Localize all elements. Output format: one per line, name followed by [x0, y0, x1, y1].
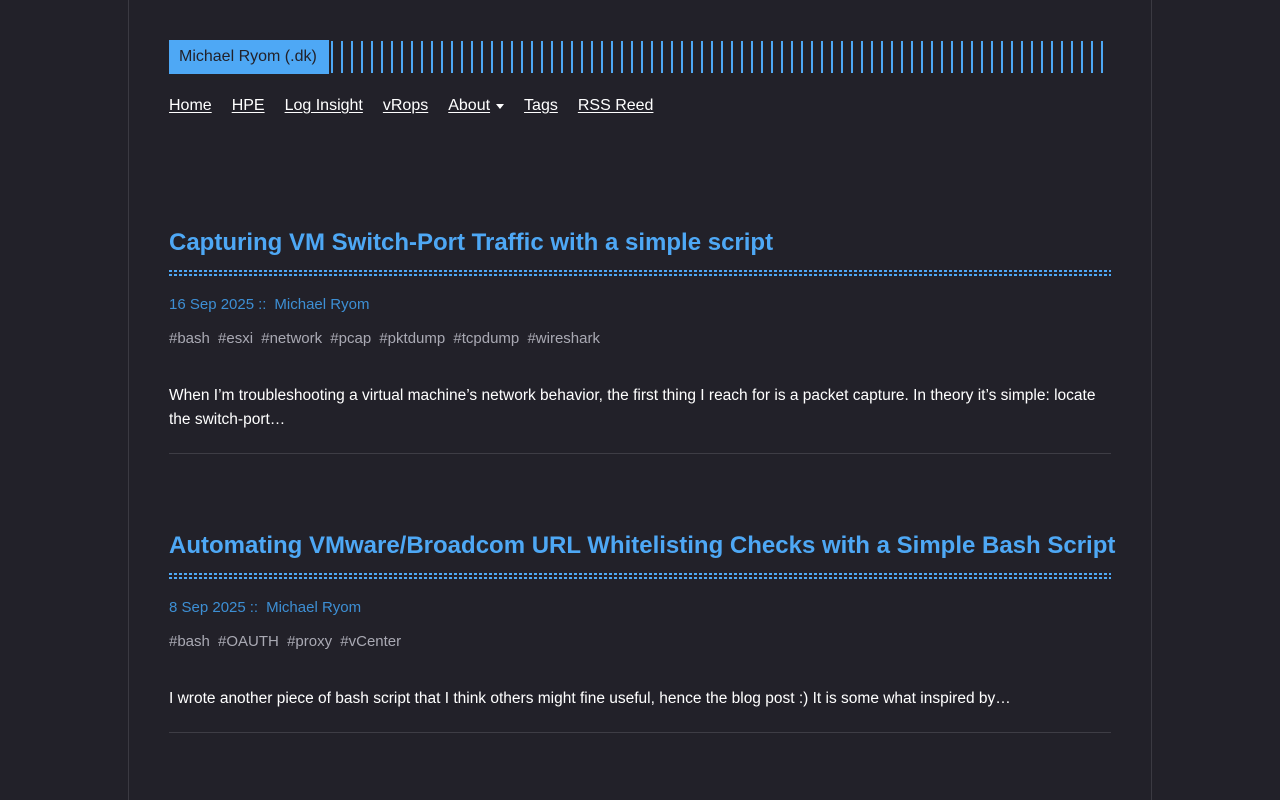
site-header: Michael Ryom (.dk): [169, 40, 1111, 74]
post-divider: [169, 453, 1111, 454]
tag-link[interactable]: #pktdump: [379, 330, 445, 347]
post-title-link[interactable]: Capturing VM Switch-Port Traffic with a …: [169, 227, 1111, 259]
tag-link[interactable]: #wireshark: [527, 330, 600, 347]
nav-vrops[interactable]: vRops: [383, 96, 428, 116]
nav-about-dropdown[interactable]: About: [448, 96, 505, 116]
post-excerpt: When I’m troubleshooting a virtual machi…: [169, 387, 1096, 428]
post-title-link[interactable]: Automating VMware/Broadcom URL Whitelist…: [169, 530, 1115, 562]
nav-tags[interactable]: Tags: [524, 96, 558, 116]
caret-down-icon[interactable]: [496, 104, 505, 109]
post-tags: #bash #OAUTH #proxy #vCenter: [169, 633, 1111, 651]
tag-link[interactable]: #bash: [169, 633, 210, 650]
post-meta: 16 Sep 2025:: Michael Ryom: [169, 296, 1111, 314]
post-divider: [169, 732, 1111, 733]
post-meta: 8 Sep 2025:: Michael Ryom: [169, 599, 1111, 617]
tag-link[interactable]: #bash: [169, 330, 210, 347]
site-logo-link[interactable]: Michael Ryom (.dk): [169, 40, 329, 74]
post-meta-separator: ::: [249, 599, 259, 616]
post-date: 16 Sep 2025: [169, 296, 255, 313]
tag-link[interactable]: #pcap: [330, 330, 371, 347]
tag-link[interactable]: #proxy: [287, 633, 332, 650]
tag-link[interactable]: #tcpdump: [453, 330, 519, 347]
post-card: Automating VMware/Broadcom URL Whitelist…: [169, 530, 1115, 733]
post-tags: #bash #esxi #network #pcap #pktdump #tcp…: [169, 330, 1111, 348]
tag-link[interactable]: #esxi: [218, 330, 253, 347]
header-stripes-decoration: [331, 41, 1105, 73]
nav-about[interactable]: About: [448, 96, 490, 116]
nav-home[interactable]: Home: [169, 96, 212, 116]
post-author: Michael Ryom: [266, 599, 362, 616]
tag-link[interactable]: #vCenter: [340, 633, 401, 650]
post-date: 8 Sep 2025: [169, 599, 246, 616]
post-title-underline: [169, 270, 1111, 276]
nav-rss-feed[interactable]: RSS Reed: [578, 96, 654, 116]
post-card: Capturing VM Switch-Port Traffic with a …: [169, 227, 1111, 454]
tag-link[interactable]: #network: [261, 330, 322, 347]
nav-hpe[interactable]: HPE: [232, 96, 265, 116]
tag-link[interactable]: #OAUTH: [218, 633, 279, 650]
post-excerpt: I wrote another piece of bash script tha…: [169, 690, 1011, 707]
post-title-underline: [169, 573, 1111, 579]
page-container: Michael Ryom (.dk) Home HPE Log Insight …: [128, 0, 1152, 800]
main-nav: Home HPE Log Insight vRops About Tags RS…: [169, 96, 673, 116]
post-meta-separator: ::: [258, 296, 267, 313]
post-author: Michael Ryom: [274, 296, 370, 313]
nav-log-insight[interactable]: Log Insight: [285, 96, 363, 116]
